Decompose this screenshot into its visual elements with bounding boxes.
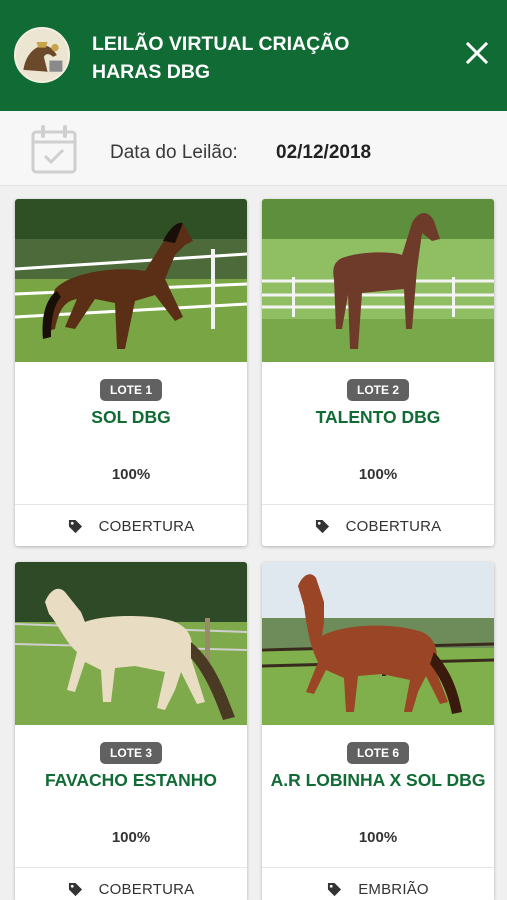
lot-type-footer: EMBRIÃO bbox=[262, 867, 494, 900]
auction-date-value: 02/12/2018 bbox=[276, 142, 372, 163]
lot-badge: LOTE 3 bbox=[99, 742, 163, 764]
haras-logo-avatar bbox=[14, 27, 70, 83]
lot-card[interactable]: LOTE 2 TALENTO DBG 100% COBERTURA bbox=[262, 199, 494, 546]
page-title: LEILÃO VIRTUAL CRIAÇÃO HARAS DBG bbox=[92, 30, 412, 86]
tag-icon bbox=[68, 519, 82, 533]
tag-icon bbox=[315, 519, 329, 533]
lot-type-label: COBERTURA bbox=[345, 517, 442, 535]
lot-badge: LOTE 2 bbox=[346, 379, 410, 401]
horse-photo bbox=[15, 562, 247, 725]
lot-badge: LOTE 6 bbox=[346, 742, 410, 764]
lot-percentage: 100% bbox=[111, 466, 151, 483]
lot-type-footer: COBERTURA bbox=[262, 504, 494, 546]
tag-icon bbox=[328, 882, 342, 896]
horse-photo bbox=[15, 199, 247, 362]
horse-name: TALENTO DBG bbox=[315, 407, 441, 427]
lot-type-footer: COBERTURA bbox=[15, 504, 247, 546]
lot-card[interactable]: LOTE 6 A.R LOBINHA X SOL DBG 100% EMBRIÃ… bbox=[262, 562, 494, 900]
calendar-check-icon bbox=[31, 125, 77, 174]
title-line-1: LEILÃO VIRTUAL CRIAÇÃO bbox=[92, 33, 350, 55]
auction-date-bar: Data do Leilão: 02/12/2018 bbox=[0, 111, 507, 186]
horse-name: SOL DBG bbox=[91, 407, 171, 427]
lot-card[interactable]: LOTE 3 FAVACHO ESTANHO 100% COBERTURA bbox=[15, 562, 247, 900]
lot-badge: LOTE 1 bbox=[99, 379, 163, 401]
lot-percentage: 100% bbox=[358, 829, 398, 846]
lot-type-label: COBERTURA bbox=[98, 880, 195, 898]
horse-photo bbox=[262, 562, 494, 725]
lot-type-footer: COBERTURA bbox=[15, 867, 247, 900]
horse-name: FAVACHO ESTANHO bbox=[44, 770, 218, 790]
app-header: LEILÃO VIRTUAL CRIAÇÃO HARAS DBG bbox=[0, 0, 507, 111]
horse-name: A.R LOBINHA X SOL DBG bbox=[270, 770, 486, 790]
horse-photo bbox=[262, 199, 494, 362]
lot-percentage: 100% bbox=[111, 829, 151, 846]
auction-date-label: Data do Leilão: bbox=[110, 142, 238, 163]
close-icon[interactable] bbox=[462, 38, 492, 68]
lot-card[interactable]: LOTE 1 SOL DBG 100% COBERTURA bbox=[15, 199, 247, 546]
lot-percentage: 100% bbox=[358, 466, 398, 483]
lot-type-label: EMBRIÃO bbox=[358, 880, 429, 898]
title-line-2: HARAS DBG bbox=[92, 61, 211, 83]
lot-type-label: COBERTURA bbox=[98, 517, 195, 535]
tag-icon bbox=[68, 882, 82, 896]
